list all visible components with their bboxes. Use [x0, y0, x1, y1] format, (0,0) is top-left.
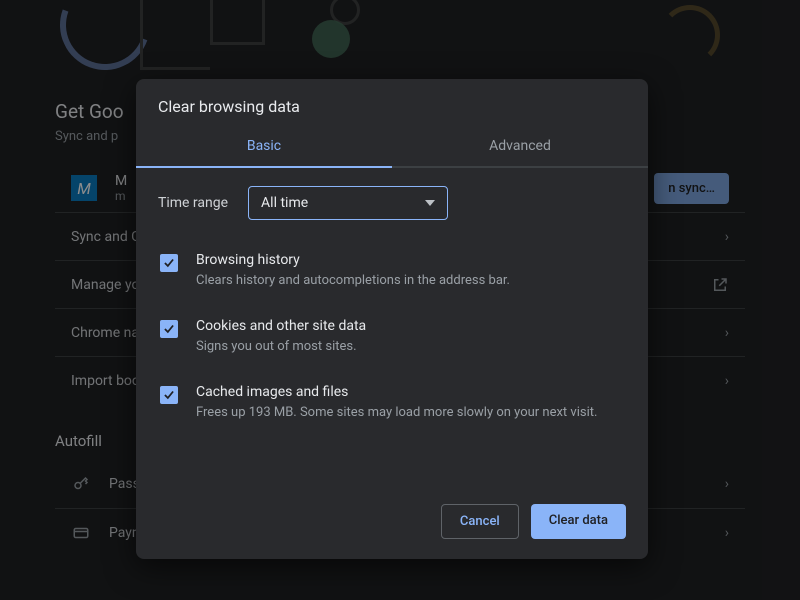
- option-desc: Frees up 193 MB. Some sites may load mor…: [196, 404, 597, 422]
- option-cookies: Cookies and other site data Signs you ou…: [158, 308, 626, 374]
- checkbox-browsing-history[interactable]: [160, 254, 178, 272]
- dropdown-icon: [425, 200, 435, 206]
- tab-advanced[interactable]: Advanced: [392, 126, 648, 166]
- time-range-label: Time range: [158, 195, 228, 211]
- option-desc: Signs you out of most sites.: [196, 338, 366, 356]
- tab-underline: [136, 166, 648, 168]
- clear-browsing-data-dialog: Clear browsing data Basic Advanced Time …: [136, 79, 648, 559]
- dialog-title: Clear browsing data: [136, 79, 648, 126]
- clear-data-button[interactable]: Clear data: [531, 504, 626, 539]
- option-cache: Cached images and files Frees up 193 MB.…: [158, 374, 626, 440]
- tab-basic[interactable]: Basic: [136, 126, 392, 166]
- time-range-value: All time: [261, 195, 308, 211]
- option-title: Browsing history: [196, 252, 510, 268]
- time-range-select[interactable]: All time: [248, 186, 448, 220]
- option-title: Cookies and other site data: [196, 318, 366, 334]
- option-title: Cached images and files: [196, 384, 597, 400]
- cancel-button[interactable]: Cancel: [441, 504, 519, 539]
- option-browsing-history: Browsing history Clears history and auto…: [158, 242, 626, 308]
- checkbox-cache[interactable]: [160, 386, 178, 404]
- checkbox-cookies[interactable]: [160, 320, 178, 338]
- option-desc: Clears history and autocompletions in th…: [196, 272, 510, 290]
- dialog-tabs: Basic Advanced: [136, 126, 648, 166]
